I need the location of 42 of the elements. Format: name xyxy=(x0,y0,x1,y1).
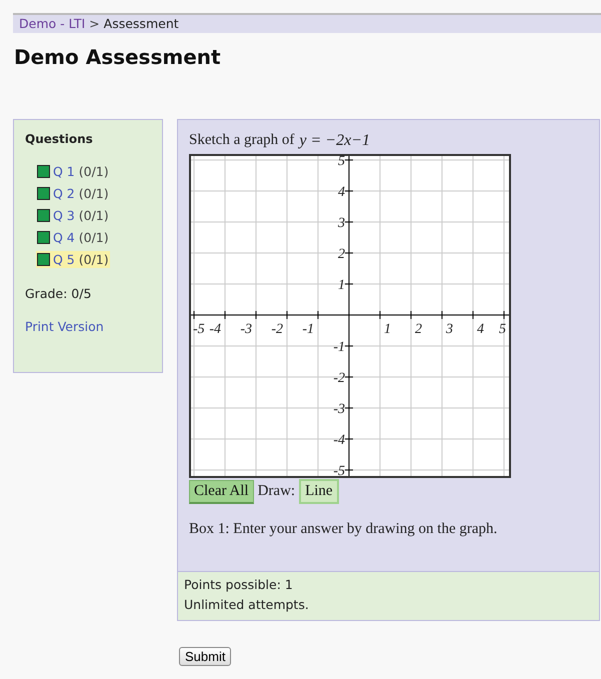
question-item[interactable]: Q 1 (0/1) xyxy=(36,162,110,180)
question-item[interactable]: Q 2 (0/1) xyxy=(36,184,110,202)
axis-tick-label: 3 xyxy=(446,322,453,337)
axis-tick-label: -5 xyxy=(333,464,345,478)
axis-tick-label: 2 xyxy=(338,247,345,262)
question-item-current[interactable]: Q 5 (0/1) xyxy=(36,250,110,268)
axis-tick-label: -2 xyxy=(333,371,345,386)
axis-tick-label: 1 xyxy=(384,322,391,337)
axis-tick-label: 4 xyxy=(338,185,345,200)
axis-tick-label: 3 xyxy=(338,216,345,231)
axis-tick-label: -3 xyxy=(333,402,345,417)
axis-tick-label: -5 xyxy=(193,322,205,337)
axis-tick-label: -4 xyxy=(333,433,345,448)
print-version-link[interactable]: Print Version xyxy=(25,319,104,334)
grade-text: Grade: 0/5 xyxy=(25,286,92,301)
question-item[interactable]: Q 4 (0/1) xyxy=(36,228,110,246)
draw-label: Draw: xyxy=(258,483,296,500)
question-item[interactable]: Q 3 (0/1) xyxy=(36,206,110,224)
graph-canvas[interactable]: -5 -4 -3 -2 -1 1 2 3 4 5 5 4 3 2 1 -1 -2 -3 -4 -5 xyxy=(189,154,511,478)
info-text: Points possible: 1 xyxy=(184,577,293,592)
axis-tick-label: 1 xyxy=(338,278,345,293)
axis-tick-label: -1 xyxy=(302,322,314,337)
breadcrumb-link[interactable]: Demo - LTI xyxy=(19,16,86,31)
axis-tick-label: -4 xyxy=(209,322,221,337)
submit-button[interactable]: Submit xyxy=(179,647,232,666)
question-prompt: Sketch a graph of xyxy=(189,132,294,150)
page-title: Demo Assessment xyxy=(14,45,222,69)
instruction-text: Box 1: Enter your answer by drawing on the graph. xyxy=(189,521,498,538)
breadcrumb-separator: > xyxy=(89,16,100,31)
axis-tick-label: 5 xyxy=(499,322,506,337)
axis-tick-label: -2 xyxy=(271,322,283,337)
formula: y = −2x−1 xyxy=(299,132,370,151)
line-tool-button[interactable]: Line xyxy=(299,479,339,504)
axis-tick-label: -3 xyxy=(240,322,252,337)
axis-tick-label: 2 xyxy=(415,322,422,337)
panel-heading: Questions xyxy=(25,132,94,146)
breadcrumb-current: Assessment xyxy=(104,16,179,31)
axis-tick-label: 5 xyxy=(338,154,345,169)
clear-all-button[interactable]: Clear All xyxy=(189,480,254,504)
axis-tick-label: 4 xyxy=(477,322,484,337)
axis-tick-label: -1 xyxy=(333,340,345,355)
info-text: Unlimited attempts. xyxy=(184,597,309,612)
